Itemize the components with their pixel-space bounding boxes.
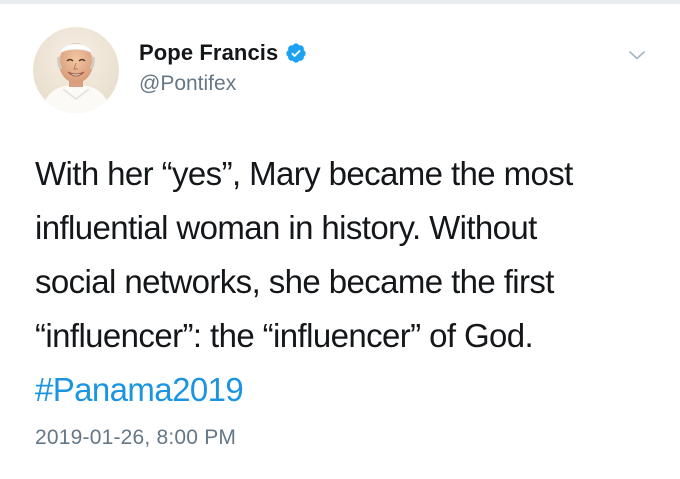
tweet-text-line: “influencer”: the “influencer” of God. — [35, 317, 534, 354]
avatar[interactable] — [33, 27, 119, 113]
avatar-image — [33, 27, 119, 113]
tweet-text-line: With her “yes”, Mary became the most — [35, 155, 573, 192]
tweet-text: With her “yes”, Mary became the most inf… — [35, 147, 655, 417]
top-divider — [0, 0, 680, 4]
author-name-row[interactable]: Pope Francis — [139, 40, 307, 66]
tweet-timestamp[interactable]: 2019-01-26, 8:00 PM — [35, 426, 236, 450]
verified-badge-icon — [285, 42, 307, 64]
author-handle[interactable]: @Pontifex — [139, 72, 236, 96]
tweet-text-line: social networks, she became the first — [35, 263, 554, 300]
tweet-text-line: influential woman in history. Without — [35, 209, 537, 246]
author-display-name[interactable]: Pope Francis — [139, 40, 278, 66]
hashtag-link[interactable]: #Panama2019 — [35, 363, 655, 417]
chevron-down-icon[interactable] — [626, 44, 648, 66]
